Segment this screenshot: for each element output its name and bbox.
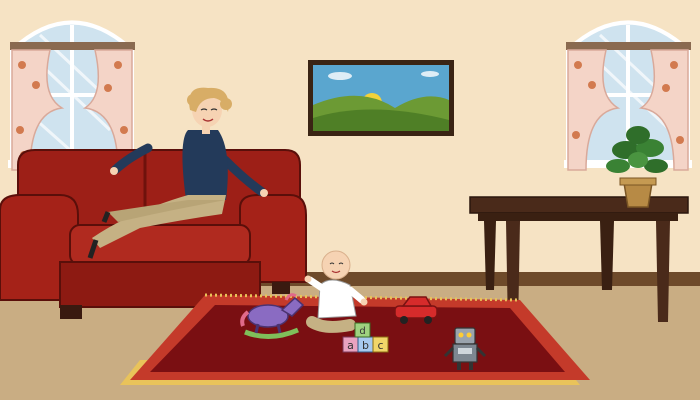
scene-svg: a b c d (0, 0, 700, 400)
red-sofa (0, 149, 307, 319)
block-4-letter: d (359, 326, 365, 337)
block-2-letter: b (362, 339, 369, 352)
landscape-painting (308, 60, 454, 136)
living-room-scene: a b c d (0, 0, 700, 400)
block-1-letter: a (347, 339, 354, 352)
block-3-letter: c (377, 339, 383, 352)
